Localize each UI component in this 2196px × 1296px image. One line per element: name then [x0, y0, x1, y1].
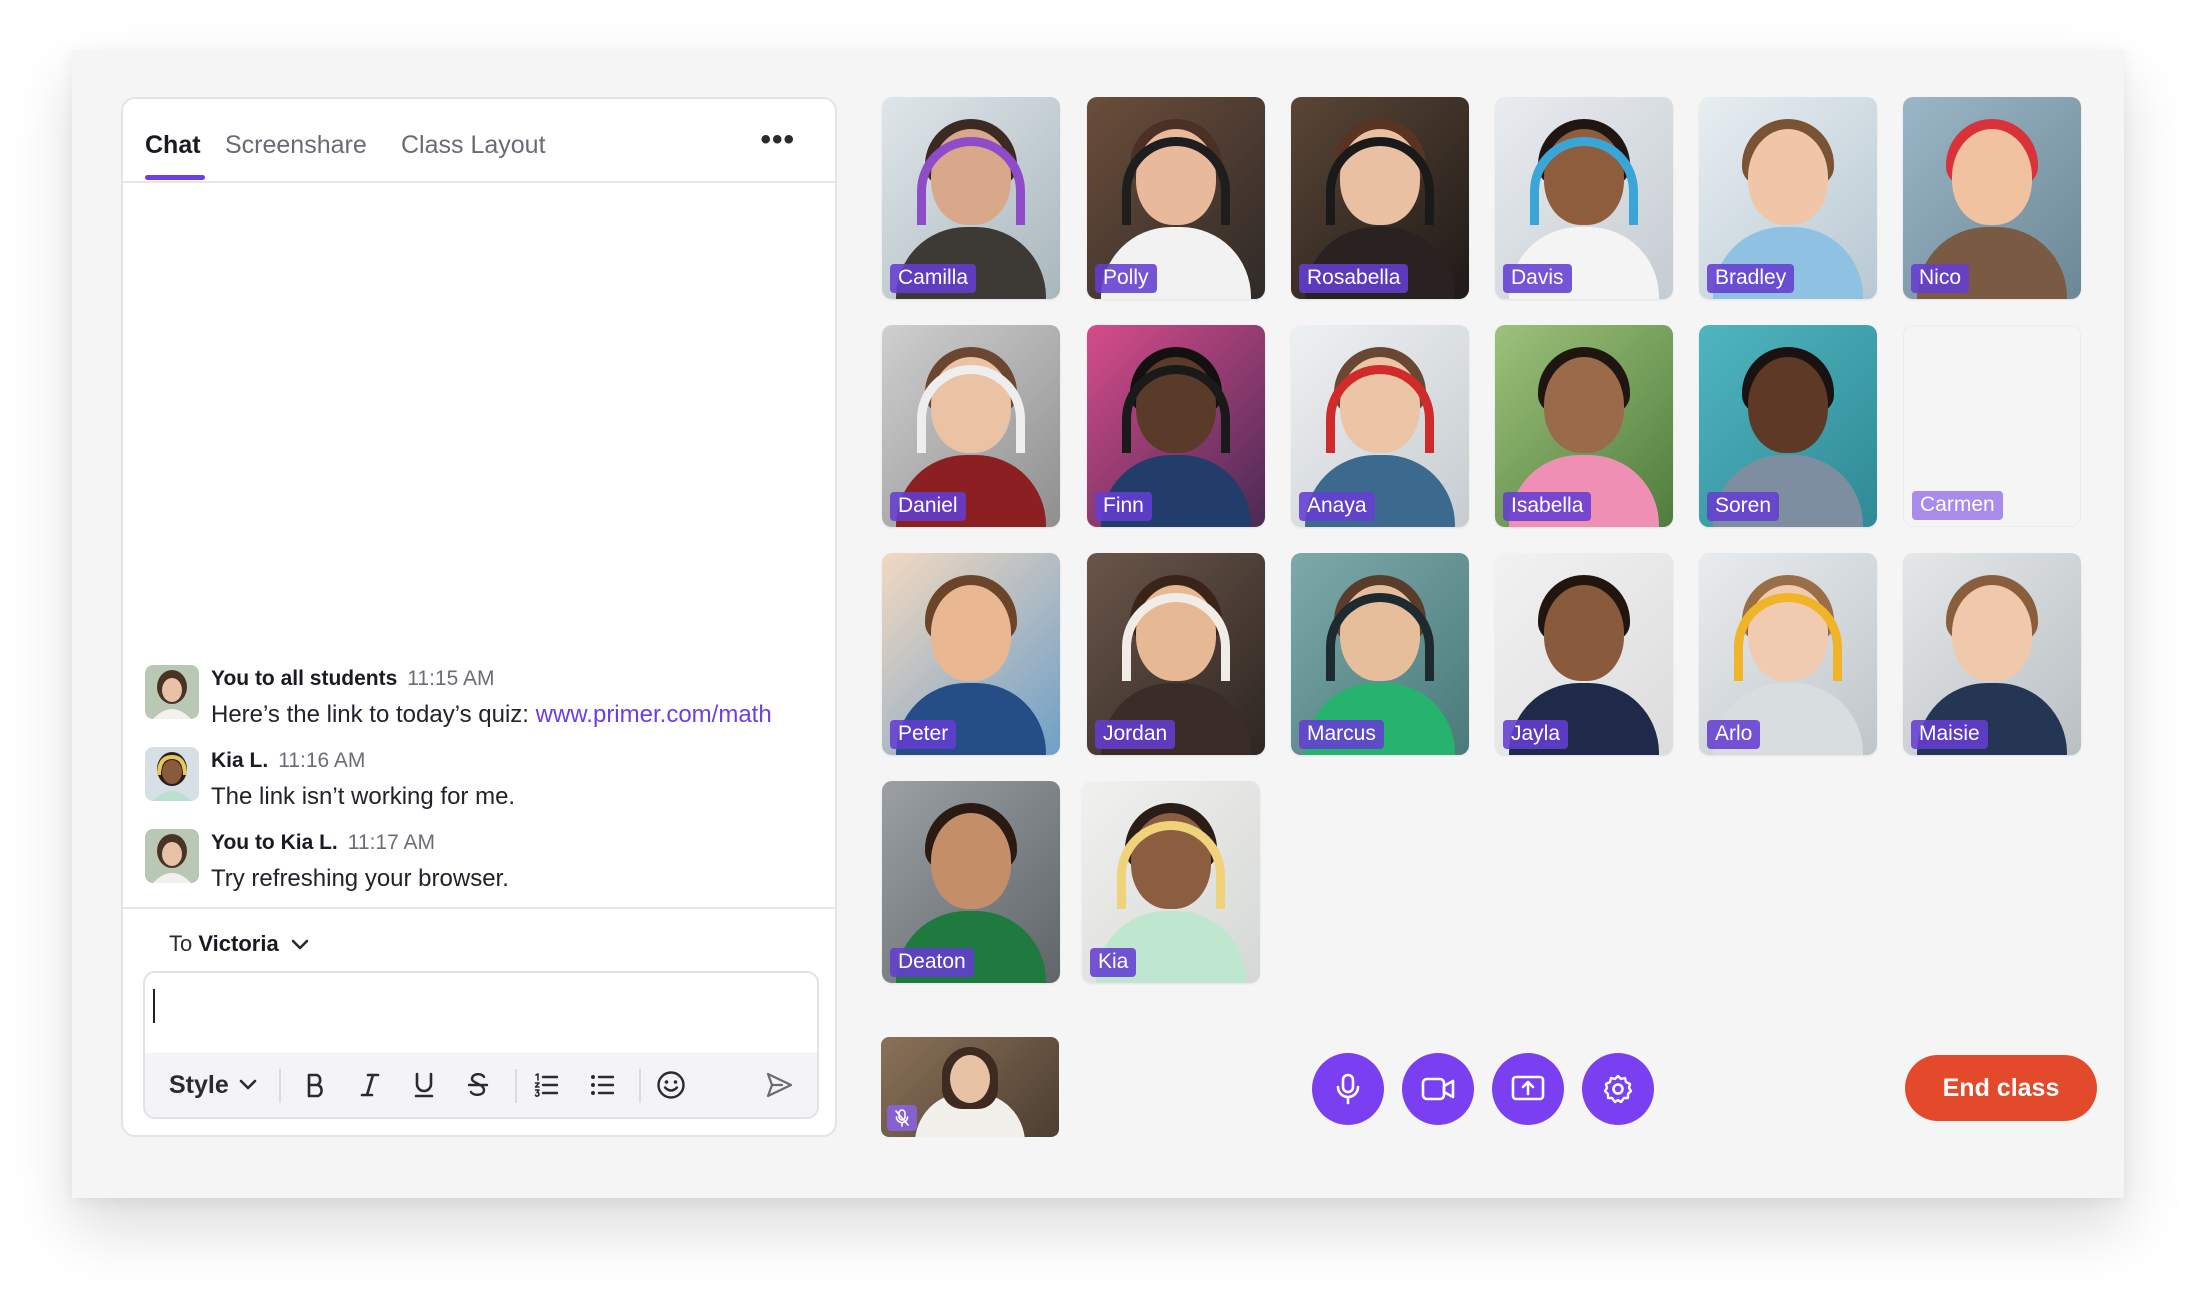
student-video-tile[interactable]: Davis: [1495, 97, 1673, 299]
student-name-tag: Rosabella: [1299, 264, 1409, 293]
student-video-tile[interactable]: Polly: [1087, 97, 1265, 299]
student-video-tile[interactable]: Finn: [1087, 325, 1265, 527]
student-video-tile[interactable]: Deaton: [882, 781, 1060, 983]
student-video-tile[interactable]: Jayla: [1495, 553, 1673, 755]
microphone-button[interactable]: [1312, 1053, 1384, 1125]
message-time: 11:17 AM: [347, 831, 435, 854]
sender-name: You to all students: [211, 667, 398, 690]
message-time: 11:16 AM: [278, 749, 366, 772]
underline-icon[interactable]: [407, 1067, 441, 1103]
microphone-icon: [1336, 1073, 1360, 1105]
toolbar-divider: [515, 1069, 517, 1103]
send-icon[interactable]: [761, 1067, 797, 1103]
student-name-tag: Arlo: [1707, 720, 1761, 749]
strikethrough-icon[interactable]: [461, 1067, 495, 1103]
avatar: [145, 829, 199, 883]
chevron-down-icon: [291, 939, 309, 950]
screenshare-icon: [1511, 1075, 1545, 1101]
student-name-tag: Camilla: [890, 264, 977, 293]
avatar: [145, 665, 199, 719]
student-name-tag: Nico: [1911, 264, 1970, 293]
sender-name: You to Kia L.: [211, 831, 338, 854]
student-name-tag: Anaya: [1299, 492, 1375, 521]
active-tab-indicator: [145, 175, 205, 180]
student-video-tile[interactable]: Marcus: [1291, 553, 1469, 755]
format-toolbar: Style: [145, 1053, 817, 1117]
student-name-tag: Isabella: [1503, 492, 1592, 521]
ellipsis-icon[interactable]: •••: [760, 123, 795, 157]
student-name-tag: Jayla: [1503, 720, 1569, 749]
student-video-tile[interactable]: Isabella: [1495, 325, 1673, 527]
settings-button[interactable]: [1582, 1053, 1654, 1125]
video-camera-icon: [1421, 1077, 1455, 1101]
student-name-tag: Deaton: [890, 948, 974, 977]
tab-chat[interactable]: Chat: [145, 131, 201, 160]
message-composer: Style: [143, 971, 819, 1119]
tab-class-layout[interactable]: Class Layout: [401, 131, 546, 160]
screenshare-button[interactable]: [1492, 1053, 1564, 1125]
student-name-tag: Daniel: [890, 492, 966, 521]
student-name-tag: Maisie: [1911, 720, 1988, 749]
avatar: [145, 747, 199, 801]
student-video-tile-video-off[interactable]: Carmen: [1903, 325, 2081, 527]
student-video-tile[interactable]: Rosabella: [1291, 97, 1469, 299]
bold-icon[interactable]: [299, 1067, 333, 1103]
ordered-list-icon[interactable]: [529, 1067, 563, 1103]
student-video-tile[interactable]: Soren: [1699, 325, 1877, 527]
student-video-tile[interactable]: Maisie: [1903, 553, 2081, 755]
divider: [123, 907, 835, 909]
student-name-tag: Carmen: [1912, 491, 2003, 520]
student-video-tile[interactable]: Daniel: [882, 325, 1060, 527]
student-name-tag: Soren: [1707, 492, 1780, 521]
student-name-tag: Kia: [1090, 948, 1137, 977]
student-name-tag: Davis: [1503, 264, 1572, 293]
student-name-tag: Jordan: [1095, 720, 1176, 749]
end-class-button[interactable]: End class: [1905, 1055, 2097, 1121]
chat-panel: Chat Screenshare Class Layout ••• You to…: [121, 97, 837, 1137]
message-text: Try refreshing your browser.: [211, 865, 509, 892]
quiz-link[interactable]: www.primer.com/math: [536, 701, 772, 728]
recipient-name: Victoria: [198, 931, 279, 956]
student-video-tile[interactable]: Peter: [882, 553, 1060, 755]
video-camera-button[interactable]: [1402, 1053, 1474, 1125]
recipient-prefix: To: [169, 931, 193, 956]
message-input[interactable]: [145, 973, 817, 1057]
sender-name: Kia L.: [211, 749, 269, 772]
style-label: Style: [169, 1070, 229, 1099]
toolbar-divider: [639, 1069, 641, 1103]
recipient-selector[interactable]: To Victoria: [169, 931, 309, 957]
student-name-tag: Peter: [890, 720, 957, 749]
student-name-tag: Marcus: [1299, 720, 1384, 749]
student-video-tile[interactable]: Nico: [1903, 97, 2081, 299]
style-dropdown[interactable]: Style: [169, 1067, 257, 1103]
mic-off-icon: [887, 1105, 917, 1131]
message-time: 11:15 AM: [407, 667, 495, 690]
chevron-down-icon: [239, 1079, 257, 1090]
classroom-app: Chat Screenshare Class Layout ••• You to…: [72, 50, 2124, 1198]
student-video-tile[interactable]: Camilla: [882, 97, 1060, 299]
student-name-tag: Bradley: [1707, 264, 1795, 293]
student-video-tile[interactable]: Bradley: [1699, 97, 1877, 299]
tab-bar: Chat Screenshare Class Layout •••: [123, 99, 835, 183]
emoji-icon[interactable]: [653, 1067, 689, 1103]
message-text: The link isn’t working for me.: [211, 783, 516, 810]
bullet-list-icon[interactable]: [585, 1067, 619, 1103]
student-name-tag: Polly: [1095, 264, 1157, 293]
message-text: Here’s the link to today’s quiz: www.pri…: [211, 701, 772, 728]
student-video-tile[interactable]: Kia: [1082, 781, 1260, 983]
settings-gear-icon: [1603, 1074, 1633, 1104]
toolbar-divider: [279, 1069, 281, 1103]
student-video-tile[interactable]: Arlo: [1699, 553, 1877, 755]
self-video-preview[interactable]: [881, 1037, 1059, 1137]
student-video-tile[interactable]: Anaya: [1291, 325, 1469, 527]
tab-screenshare[interactable]: Screenshare: [225, 131, 367, 160]
student-video-tile[interactable]: Jordan: [1087, 553, 1265, 755]
text-cursor: [153, 989, 155, 1023]
student-name-tag: Finn: [1095, 492, 1152, 521]
italic-icon[interactable]: [353, 1067, 387, 1103]
